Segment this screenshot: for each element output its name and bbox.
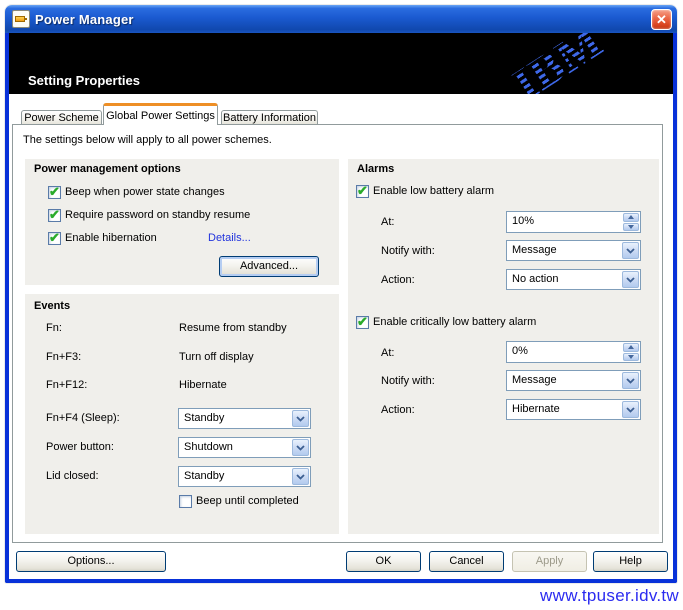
critical-at-spinner[interactable]: 0%	[506, 341, 641, 363]
low-at-spinner[interactable]: 10%	[506, 211, 641, 233]
beep-power-state-checkbox[interactable]: ✔	[48, 186, 61, 199]
critical-action-value: Hibernate	[512, 403, 560, 415]
fn-f3-value: Turn off display	[179, 351, 254, 363]
fn-f3-label: Fn+F3:	[46, 351, 81, 363]
lid-closed-value: Standby	[184, 470, 224, 482]
low-action-label: Action:	[381, 274, 415, 286]
tab-power-scheme[interactable]: Power Scheme	[21, 110, 102, 125]
events-title: Events	[34, 300, 70, 312]
screenshot-root: Power Manager ✕ Setting Properties IBM P…	[0, 0, 683, 610]
fn-f4-sleep-select[interactable]: Standby	[178, 408, 311, 429]
spin-up-icon[interactable]	[623, 343, 639, 352]
fn-f12-value: Hibernate	[179, 379, 227, 391]
intro-text: The settings below will apply to all pow…	[23, 134, 272, 146]
critical-at-value: 0%	[512, 345, 528, 357]
cancel-button[interactable]: Cancel	[429, 551, 504, 572]
spinner-buttons	[623, 213, 639, 231]
enable-hibernation-checkbox[interactable]: ✔	[48, 232, 61, 245]
require-password-checkbox[interactable]: ✔	[48, 209, 61, 222]
beep-until-completed-label: Beep until completed	[196, 495, 299, 507]
power-management-options-title: Power management options	[34, 163, 181, 175]
chevron-down-icon[interactable]	[292, 410, 309, 427]
header-banner: Setting Properties IBM	[9, 33, 673, 94]
battery-app-icon	[12, 10, 30, 28]
power-button-value: Shutdown	[184, 441, 233, 453]
enable-hibernation-label: Enable hibernation	[65, 232, 157, 244]
spin-down-icon[interactable]	[623, 223, 639, 232]
fn-value: Resume from standby	[179, 322, 287, 334]
alarms-panel: Alarms ✔ Enable low battery alarm At: 10…	[348, 159, 659, 534]
alarms-title: Alarms	[357, 163, 394, 175]
check-icon: ✔	[49, 207, 60, 223]
spinner-buttons	[623, 343, 639, 361]
help-button[interactable]: Help	[593, 551, 668, 572]
power-manager-window: Power Manager ✕ Setting Properties IBM P…	[5, 5, 677, 583]
fn-label: Fn:	[46, 322, 62, 334]
enable-low-battery-alarm-label: Enable low battery alarm	[373, 185, 494, 197]
beep-power-state-label: Beep when power state changes	[65, 186, 225, 198]
ok-button[interactable]: OK	[346, 551, 421, 572]
window-title: Power Manager	[35, 12, 134, 27]
watermark: www.tpuser.idv.tw	[540, 586, 679, 606]
events-panel: Events Fn: Resume from standby Fn+F3: Tu…	[25, 294, 339, 534]
check-icon: ✔	[49, 230, 60, 246]
tab-page: The settings below will apply to all pow…	[12, 124, 663, 543]
power-management-options-panel: Power management options ✔ Beep when pow…	[25, 159, 339, 285]
critical-notify-select[interactable]: Message	[506, 370, 641, 391]
lid-closed-label: Lid closed:	[46, 470, 99, 482]
low-action-select[interactable]: No action	[506, 269, 641, 290]
fn-f12-label: Fn+F12:	[46, 379, 87, 391]
battery-icon-tip	[25, 18, 27, 20]
enable-critical-alarm-checkbox[interactable]: ✔	[356, 316, 369, 329]
apply-button: Apply	[512, 551, 587, 572]
spin-down-icon[interactable]	[623, 353, 639, 362]
chevron-down-icon[interactable]	[292, 468, 309, 485]
ibm-logo-stripes	[491, 33, 624, 94]
spin-up-icon[interactable]	[623, 213, 639, 222]
close-button[interactable]: ✕	[651, 9, 672, 30]
enable-critical-alarm-label: Enable critically low battery alarm	[373, 316, 536, 328]
title-bar[interactable]: Power Manager ✕	[5, 5, 677, 33]
critical-action-label: Action:	[381, 404, 415, 416]
low-notify-label: Notify with:	[381, 245, 435, 257]
chevron-down-icon[interactable]	[622, 401, 639, 418]
beep-until-completed-checkbox[interactable]	[179, 495, 192, 508]
details-link[interactable]: Details...	[208, 232, 251, 244]
power-button-label: Power button:	[46, 441, 114, 453]
check-icon: ✔	[357, 314, 368, 330]
tab-global-power-settings[interactable]: Global Power Settings	[103, 103, 218, 125]
check-icon: ✔	[49, 184, 60, 200]
low-action-value: No action	[512, 273, 558, 285]
battery-icon	[15, 16, 25, 22]
tab-battery-information[interactable]: Battery Information	[221, 110, 318, 125]
critical-notify-value: Message	[512, 374, 557, 386]
require-password-label: Require password on standby resume	[65, 209, 250, 221]
lid-closed-select[interactable]: Standby	[178, 466, 311, 487]
fn-f4-sleep-label: Fn+F4 (Sleep):	[46, 412, 120, 424]
options-button[interactable]: Options...	[16, 551, 166, 572]
power-button-select[interactable]: Shutdown	[178, 437, 311, 458]
low-notify-value: Message	[512, 244, 557, 256]
enable-low-battery-alarm-checkbox[interactable]: ✔	[356, 185, 369, 198]
critical-at-label: At:	[381, 347, 394, 359]
advanced-button[interactable]: Advanced...	[219, 256, 319, 277]
check-icon: ✔	[357, 183, 368, 199]
fn-f4-sleep-value: Standby	[184, 412, 224, 424]
low-at-label: At:	[381, 216, 394, 228]
chevron-down-icon[interactable]	[622, 242, 639, 259]
low-notify-select[interactable]: Message	[506, 240, 641, 261]
banner-title: Setting Properties	[28, 73, 140, 88]
critical-action-select[interactable]: Hibernate	[506, 399, 641, 420]
close-icon: ✕	[656, 12, 667, 27]
low-at-value: 10%	[512, 215, 534, 227]
critical-notify-label: Notify with:	[381, 375, 435, 387]
window-body: Setting Properties IBM Power Scheme Glob…	[5, 33, 677, 583]
chevron-down-icon[interactable]	[622, 271, 639, 288]
ibm-logo: IBM	[491, 33, 624, 94]
chevron-down-icon[interactable]	[292, 439, 309, 456]
chevron-down-icon[interactable]	[622, 372, 639, 389]
